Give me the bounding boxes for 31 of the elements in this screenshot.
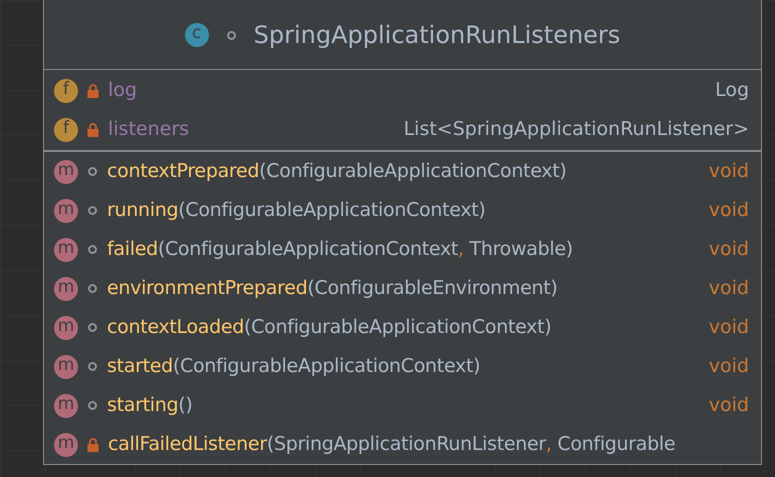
method-icon: m <box>54 276 78 300</box>
field-icon: f <box>54 78 78 102</box>
return-type: void <box>708 159 749 184</box>
return-type: void <box>708 354 749 380</box>
field-name: log <box>108 78 137 104</box>
method-signature: contextLoaded(ConfigurableApplicationContext) <box>107 315 552 340</box>
method-signature: callFailedListener(SpringApplicationRunListener, Configurable <box>108 432 676 458</box>
field-icon: f <box>54 118 78 142</box>
method-signature: starting() <box>107 393 192 418</box>
method-signature: environmentPrepared(ConfigurableEnvironment) <box>107 276 558 302</box>
method-signature: failed(ConfigurableApplicationContext, Throwable) <box>107 237 573 262</box>
method-icon: m <box>54 394 78 418</box>
method-signature: started(ConfigurableApplicationContext) <box>107 354 480 380</box>
class-name: SpringApplicationRunListeners <box>254 20 620 51</box>
class-icon: c <box>184 23 209 47</box>
method-icon: m <box>54 198 78 222</box>
return-type: void <box>708 315 749 340</box>
method-icon: m <box>54 316 78 340</box>
field-type: Log <box>715 78 749 104</box>
method-icon: m <box>54 160 78 184</box>
return-type: void <box>708 393 749 418</box>
method-icon: m <box>54 238 78 262</box>
method-signature: contextPrepared(ConfigurableApplicationContext) <box>107 159 566 184</box>
return-type: void <box>708 276 749 302</box>
return-type: void <box>708 237 749 262</box>
method-signature: running(ConfigurableApplicationContext) <box>107 198 486 224</box>
field-type: List<SpringApplicationRunListener> <box>404 117 749 142</box>
method-icon: m <box>54 354 78 378</box>
method-icon: m <box>54 432 78 456</box>
field-name: listeners <box>108 117 190 142</box>
return-type: void <box>708 198 749 224</box>
